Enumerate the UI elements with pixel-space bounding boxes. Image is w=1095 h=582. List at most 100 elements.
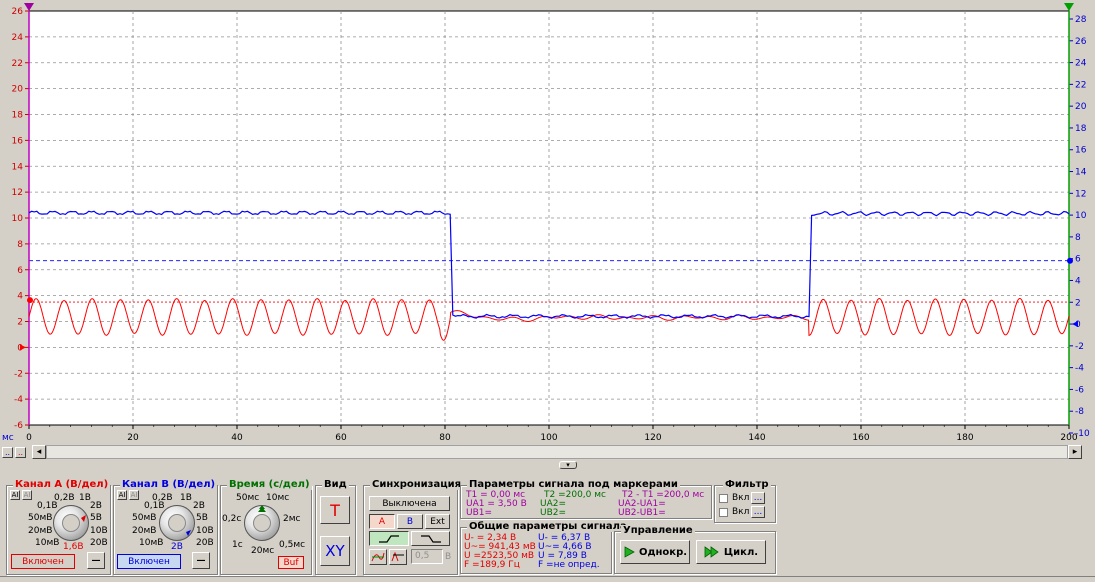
channel-b-label-5: 5В [196, 513, 208, 523]
status-divider [0, 576, 1095, 577]
y-left-tick-label: 26 [12, 7, 24, 17]
y-right-tick-label: 18 [1075, 124, 1087, 134]
y-left-tick-label: -4 [14, 395, 23, 405]
time-label-50ms: 50мс [236, 493, 260, 503]
view-title: Вид [322, 479, 349, 490]
channel-a-auto-1[interactable]: AI [10, 490, 20, 500]
channel-a-level-marker [27, 297, 33, 304]
channel-a-enable-button[interactable]: Включен [11, 554, 75, 569]
y-left-tick-label: 24 [12, 33, 24, 43]
channel-a-title: Канал А (В/дел) [13, 479, 111, 490]
channel-a-zero-marker [20, 344, 26, 351]
y-left-tick-label: 12 [12, 188, 23, 198]
x-unit-label: мс [2, 433, 14, 443]
filter-a-label: Вкл [732, 493, 750, 503]
y-left-tick-label: 4 [17, 292, 23, 302]
sync-state-button[interactable]: Выключена [369, 496, 450, 511]
y-right-tick-label: 26 [1075, 37, 1087, 47]
sync-mode-button-1[interactable] [369, 549, 387, 565]
play-icon [624, 546, 635, 558]
channel-a-label-10: 10В [90, 526, 108, 536]
sync-level-icon [391, 551, 404, 562]
channel-a-label-50m: 50мВ [28, 513, 53, 523]
time-title: Время (с/дел) [227, 479, 312, 490]
cursor-t1-handle [24, 3, 34, 11]
channel-b-label-10m: 10мВ [139, 538, 164, 548]
x-tick-label: 160 [852, 433, 869, 443]
y-left-tick-label: 18 [12, 111, 24, 121]
sync-a-button[interactable]: A [369, 514, 395, 529]
sync-level-input[interactable]: 0,5 [411, 549, 443, 564]
y-right-tick-label: -8 [1075, 407, 1084, 417]
channel-a-label-10m: 10мВ [35, 538, 60, 548]
y-right-tick-label: 14 [1075, 168, 1087, 178]
filter-b-settings-button[interactable]: ... [751, 506, 765, 518]
x-tick-label: 80 [439, 433, 451, 443]
scroll-left-button[interactable]: ◂ [32, 445, 46, 459]
zoom-out-x-button[interactable]: .. [2, 447, 13, 458]
time-knob[interactable] [244, 505, 280, 541]
horizontal-scrollbar-track[interactable] [46, 445, 1068, 459]
cursor-t2-handle [1064, 3, 1074, 11]
general-b-freq: F =не опред. [538, 560, 600, 570]
scroll-right-button[interactable]: ▸ [1068, 445, 1082, 459]
sync-mode-button-2[interactable] [389, 549, 407, 565]
channel-b-auto-2[interactable]: AI [129, 490, 139, 500]
zoom-in-x-button[interactable]: .. [15, 447, 26, 458]
y-left-tick-label: 14 [12, 162, 24, 172]
marker-ub1: UB1= [466, 508, 493, 518]
x-tick-label: 100 [540, 433, 557, 443]
channel-a-volts-knob[interactable] [53, 505, 89, 541]
sync-falling-edge-button[interactable] [411, 531, 450, 546]
y-left-tick-label: 16 [12, 136, 24, 146]
channel-b-label-10: 10В [196, 526, 214, 536]
sync-rising-edge-button[interactable] [369, 531, 409, 546]
y-right-tick-label: 24 [1075, 59, 1087, 69]
channel-b-invert-button[interactable]: — [192, 552, 210, 569]
general-params-title: Общие параметры сигнала [467, 521, 629, 532]
view-xy-button[interactable]: XY [320, 536, 350, 566]
y-left-tick-label: 2 [17, 318, 23, 328]
y-left-tick-label: -2 [14, 369, 23, 379]
x-tick-label: 0 [26, 433, 32, 443]
y-right-tick-label: -10 [1075, 429, 1090, 439]
y-right-tick-label: 4 [1075, 276, 1081, 286]
time-label-1s: 1с [232, 540, 243, 550]
cycle-run-button[interactable]: Цикл. [696, 540, 766, 564]
control-title: Управление [621, 525, 695, 536]
channel-a-invert-button[interactable]: — [87, 552, 105, 569]
general-a-freq: F =189,9 Гц [464, 560, 520, 570]
y-right-tick-label: 2 [1075, 298, 1081, 308]
channel-b-volts-knob[interactable] [159, 505, 195, 541]
collapse-panel-button[interactable]: ▾ [559, 461, 577, 469]
y-right-tick-label: 20 [1075, 102, 1087, 112]
single-run-label: Однокр. [638, 546, 688, 558]
sync-b-button[interactable]: B [397, 514, 423, 529]
y-right-tick-label: -4 [1075, 364, 1084, 374]
view-t-button[interactable]: T [320, 496, 350, 524]
time-label-05ms: 0,5мс [279, 540, 306, 550]
channel-a-value: 1,6В [63, 542, 84, 552]
x-tick-label: 40 [231, 433, 243, 443]
filter-a-settings-button[interactable]: ... [751, 492, 765, 504]
channel-a-label-20m: 20мВ [28, 526, 53, 536]
channel-b-enable-button[interactable]: Включен [117, 554, 181, 569]
y-right-tick-label: 12 [1075, 189, 1086, 199]
single-run-button[interactable]: Однокр. [620, 540, 690, 564]
channel-b-level-marker [1067, 257, 1073, 264]
filter-a-checkbox[interactable] [719, 494, 728, 503]
marker-ub2: UB2= [540, 508, 567, 518]
channel-b-label-20: 20В [196, 538, 214, 548]
sync-ext-button[interactable]: Ext [425, 514, 450, 529]
channel-b-auto-1[interactable]: AI [117, 490, 127, 500]
filter-b-checkbox[interactable] [719, 508, 728, 517]
oscilloscope-display[interactable]: 0 20 40 60 80 100 120 140 160 180 2002624222018161… [0, 0, 1095, 472]
channel-a-auto-2[interactable]: AI [22, 490, 32, 500]
fast-forward-icon [704, 546, 719, 558]
buffer-button[interactable]: Buf [278, 556, 304, 569]
filter-title: Фильтр [723, 479, 771, 490]
y-right-tick-label: -2 [1075, 342, 1084, 352]
channel-a-label-02: 0,2В [54, 493, 75, 503]
y-left-tick-label: -6 [14, 421, 23, 431]
x-tick-label: 180 [956, 433, 973, 443]
